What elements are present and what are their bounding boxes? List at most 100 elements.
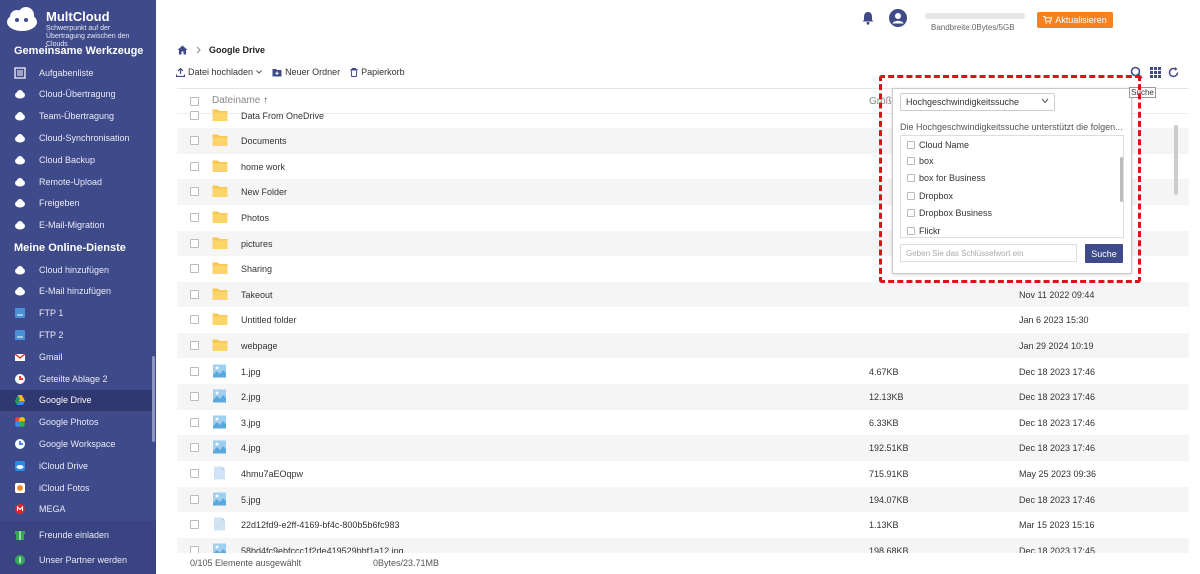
cloud-name-option[interactable]: Cloud Name — [907, 136, 969, 153]
cloud-list-scrollbar[interactable] — [1120, 157, 1123, 202]
file-name[interactable]: webpage — [241, 341, 278, 351]
row-checkbox[interactable] — [190, 443, 199, 453]
upload-button[interactable]: Datei hochladen — [176, 67, 262, 77]
sidebar-item[interactable]: FTP 1 — [0, 303, 153, 324]
file-name[interactable]: 1.jpg — [241, 367, 261, 377]
sidebar-item[interactable]: Google Workspace — [0, 433, 153, 454]
sidebar-item[interactable]: Remote-Upload — [0, 171, 153, 192]
sidebar-bottom-item[interactable]: Unser Partner werden — [0, 549, 153, 570]
file-name[interactable]: 5.jpg — [241, 495, 261, 505]
table-row[interactable]: 4.jpg 192.51KB Dec 18 2023 17:46 — [177, 435, 1189, 461]
trash-button[interactable]: Papierkorb — [350, 67, 405, 77]
new-folder-button[interactable]: Neuer Ordner — [272, 67, 340, 77]
file-name[interactable]: 22d12fd9-e2ff-4169-bf4c-800b5b6fc983 — [241, 520, 399, 530]
sidebar-item[interactable]: MEGA — [0, 499, 153, 520]
bell-icon[interactable] — [861, 11, 875, 25]
table-row[interactable]: Takeout Nov 11 2022 09:44 — [177, 281, 1189, 308]
file-name[interactable]: Photos — [241, 213, 269, 223]
row-checkbox[interactable] — [190, 392, 199, 402]
table-row[interactable]: 4hmu7aEOqpw 715.91KB May 25 2023 09:36 — [177, 461, 1189, 487]
grid-view-icon[interactable] — [1149, 66, 1162, 79]
home-icon[interactable] — [177, 45, 188, 55]
cloud-option[interactable]: box — [907, 152, 934, 169]
search-icon[interactable] — [1130, 66, 1143, 79]
sidebar-item[interactable]: iCloud Fotos — [0, 477, 153, 498]
table-row[interactable]: Untitled folder Jan 6 2023 15:30 — [177, 307, 1189, 333]
sidebar-item[interactable]: iCloud Drive — [0, 455, 153, 476]
sidebar-item[interactable]: FTP 2 — [0, 324, 153, 345]
row-checkbox[interactable] — [190, 110, 199, 120]
search-button[interactable]: Suche — [1085, 244, 1123, 263]
sidebar-bottom-item[interactable]: Freunde einladen — [0, 524, 153, 545]
row-checkbox[interactable] — [190, 264, 199, 274]
file-name[interactable]: Sharing — [241, 264, 272, 274]
refresh-icon[interactable] — [1167, 66, 1180, 79]
checkbox[interactable] — [907, 226, 915, 235]
file-name[interactable]: Data From OneDrive — [241, 111, 324, 121]
breadcrumb-current[interactable]: Google Drive — [209, 45, 265, 55]
table-row[interactable]: 5.jpg 194.07KB Dec 18 2023 17:46 — [177, 486, 1189, 512]
file-name[interactable]: 58bd4fc9ebfccc1f2de419529bbf1a12.jpg — [241, 546, 404, 553]
file-name[interactable]: Untitled folder — [241, 315, 297, 325]
table-row[interactable]: 1.jpg 4.67KB Dec 18 2023 17:46 — [177, 359, 1189, 385]
file-name[interactable]: 3.jpg — [241, 418, 261, 428]
sidebar-item[interactable]: Aufgabenliste — [0, 62, 153, 83]
cloud-option[interactable]: Flickr — [907, 222, 941, 237]
row-checkbox[interactable] — [190, 289, 199, 299]
row-checkbox[interactable] — [190, 494, 199, 504]
cloud-option[interactable]: box for Business — [907, 170, 986, 187]
sidebar-item[interactable]: Cloud-Übertragung — [0, 84, 153, 105]
table-scrollbar[interactable] — [1174, 125, 1178, 195]
row-checkbox[interactable] — [190, 520, 199, 530]
sidebar-item-label: Freigeben — [39, 198, 80, 209]
sidebar-item[interactable]: Freigeben — [0, 193, 153, 214]
sidebar-item[interactable]: Geteilte Ablage 2 — [0, 368, 153, 389]
row-checkbox[interactable] — [190, 545, 199, 553]
file-name[interactable]: pictures — [241, 239, 273, 249]
row-checkbox[interactable] — [190, 212, 199, 222]
row-checkbox[interactable] — [190, 315, 199, 325]
checkbox[interactable] — [907, 191, 915, 200]
cloud-option[interactable]: Dropbox Business — [907, 205, 992, 222]
sidebar-item[interactable]: Cloud-Synchronisation — [0, 127, 153, 148]
file-name[interactable]: 4.jpg — [241, 443, 261, 453]
table-row[interactable]: webpage Jan 29 2024 10:19 — [177, 332, 1189, 359]
sidebar-scrollbar[interactable] — [152, 356, 155, 442]
sidebar-item[interactable]: E-Mail-Migration — [0, 215, 153, 236]
table-row[interactable]: 22d12fd9-e2ff-4169-bf4c-800b5b6fc983 1.13… — [177, 512, 1189, 538]
file-name[interactable]: New Folder — [241, 187, 287, 197]
file-name[interactable]: Documents — [241, 136, 287, 146]
sidebar-item[interactable]: Cloud Backup — [0, 149, 153, 170]
row-checkbox[interactable] — [190, 366, 199, 376]
checkbox[interactable] — [907, 174, 915, 182]
sidebar-item[interactable]: Team-Übertragung — [0, 106, 153, 127]
checkbox[interactable] — [907, 140, 915, 149]
checkbox[interactable] — [907, 156, 915, 165]
sidebar-item[interactable]: Google Drive — [0, 389, 153, 411]
checkbox[interactable] — [907, 209, 915, 217]
row-checkbox[interactable] — [190, 340, 199, 350]
table-row[interactable]: 3.jpg 6.33KB Dec 18 2023 17:46 — [177, 410, 1189, 436]
table-row[interactable]: 2.jpg 12.13KB Dec 18 2023 17:46 — [177, 384, 1189, 410]
upgrade-button[interactable]: Aktualisieren — [1037, 12, 1113, 28]
cloud-option[interactable]: Dropbox — [907, 187, 953, 204]
user-avatar[interactable] — [889, 9, 907, 27]
sidebar-item[interactable]: E-Mail hinzufügen — [0, 281, 153, 302]
file-name[interactable]: 2.jpg — [241, 392, 261, 402]
file-name[interactable]: Takeout — [241, 290, 273, 300]
logo[interactable]: MultCloud Schwerpunkt auf der Übertragun… — [3, 4, 153, 48]
file-name[interactable]: home work — [241, 162, 285, 172]
row-checkbox[interactable] — [190, 187, 199, 197]
sidebar-item[interactable]: Gmail — [0, 346, 153, 367]
table-row[interactable]: 58bd4fc9ebfccc1f2de419529bbf1a12.jpg 198.… — [177, 537, 1189, 553]
sidebar-item[interactable]: Google Photos — [0, 412, 153, 433]
row-checkbox[interactable] — [190, 417, 199, 427]
row-checkbox[interactable] — [190, 161, 199, 171]
row-checkbox[interactable] — [190, 136, 199, 146]
search-mode-select[interactable]: Hochgeschwindigkeitssuche — [900, 93, 1055, 111]
file-name[interactable]: 4hmu7aEOqpw — [241, 469, 303, 479]
sidebar-item[interactable]: Cloud hinzufügen — [0, 259, 153, 280]
search-keyword-input[interactable]: Geben Sie das Schlüsselwort ein — [900, 244, 1077, 262]
row-checkbox[interactable] — [190, 238, 199, 248]
row-checkbox[interactable] — [190, 468, 199, 478]
